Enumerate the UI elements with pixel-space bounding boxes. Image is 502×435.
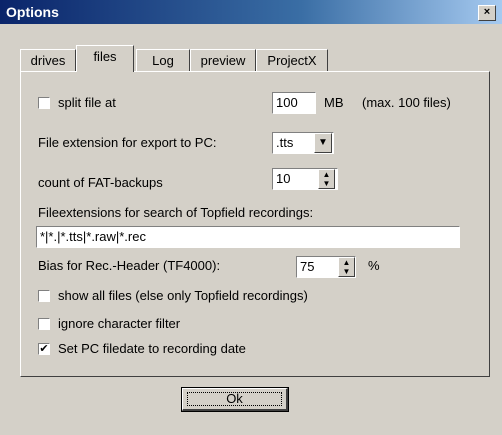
tab-preview[interactable]: preview <box>190 49 256 71</box>
close-icon: × <box>483 6 491 18</box>
tab-log[interactable]: Log <box>136 49 190 71</box>
fat-backups-label: count of FAT-backups <box>38 175 163 190</box>
spin-down-icon[interactable]: ▼ <box>339 267 354 276</box>
tab-drives[interactable]: drives <box>20 49 76 71</box>
split-file-label: split file at <box>58 95 116 110</box>
fat-backups-spinner[interactable]: ▲ ▼ <box>318 169 335 189</box>
bias-label: Bias for Rec.-Header (TF4000): <box>38 258 221 273</box>
chevron-down-icon: ▼ <box>318 137 328 148</box>
spin-up-icon[interactable]: ▲ <box>319 170 334 179</box>
split-file-checkbox[interactable] <box>38 97 50 109</box>
set-pc-filedate-label: Set PC filedate to recording date <box>58 341 246 356</box>
show-all-files-checkbox[interactable] <box>38 290 50 302</box>
export-extension-label: File extension for export to PC: <box>38 135 217 150</box>
search-extensions-label: Fileextensions for search of Topfield re… <box>38 205 314 220</box>
options-dialog: Options × drives files Log preview Proje… <box>0 0 502 435</box>
window-title: Options <box>6 4 59 20</box>
ignore-character-filter-label: ignore character filter <box>58 316 181 331</box>
spin-up-icon[interactable]: ▲ <box>339 258 354 267</box>
tab-projectx[interactable]: ProjectX <box>256 49 328 71</box>
ignore-character-filter-checkbox[interactable] <box>38 318 50 330</box>
tab-label: files <box>93 49 117 64</box>
tab-label: preview <box>200 53 246 68</box>
close-button[interactable]: × <box>478 5 496 21</box>
spin-down-icon[interactable]: ▼ <box>319 179 334 188</box>
checkmark-icon: ✔ <box>39 343 49 355</box>
files-tab-panel <box>20 71 490 377</box>
title-bar[interactable]: Options × <box>0 0 502 24</box>
export-extension-dropdown-button[interactable]: ▼ <box>314 133 332 153</box>
bias-spinner[interactable]: ▲ ▼ <box>338 257 355 277</box>
focus-rect <box>187 392 282 406</box>
split-max-note: (max. 100 files) <box>362 95 451 110</box>
split-size-input[interactable]: 100 <box>272 92 316 114</box>
tab-label: Log <box>152 53 174 68</box>
tab-label: drives <box>30 53 66 68</box>
tab-files[interactable]: files <box>76 45 134 72</box>
search-extensions-input[interactable]: *|*.|*.tts|*.raw|*.rec <box>36 226 460 248</box>
set-pc-filedate-checkbox[interactable]: ✔ <box>38 343 50 355</box>
bias-unit-label: % <box>368 258 380 273</box>
show-all-files-label: show all files (else only Topfield recor… <box>58 288 308 303</box>
tab-label: ProjectX <box>267 53 317 68</box>
split-unit-label: MB <box>324 95 344 110</box>
ok-button[interactable]: Ok <box>181 387 289 412</box>
export-extension-value: .tts <box>276 135 294 150</box>
